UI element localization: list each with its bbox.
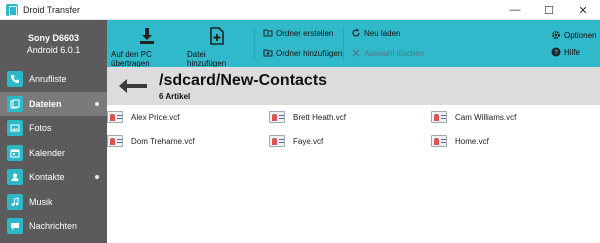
sidebar-item-dateien[interactable]: Dateien bbox=[0, 91, 107, 116]
options-button[interactable]: Optionen bbox=[551, 30, 596, 40]
music-icon bbox=[7, 193, 23, 210]
sidebar-item-anrufliste[interactable]: Anrufliste bbox=[0, 67, 107, 92]
sidebar-item-label: Kalender bbox=[29, 147, 66, 158]
help-icon: ? bbox=[551, 47, 561, 57]
copy-to-pc-label: Auf den PC übertragen bbox=[111, 50, 152, 68]
file-item[interactable]: Brett Heath.vcf bbox=[269, 111, 346, 123]
contacts-indicator-dot bbox=[95, 175, 99, 179]
file-item[interactable]: Dom Treharne.vcf bbox=[107, 135, 195, 147]
vcard-icon bbox=[269, 135, 285, 147]
device-info: Sony D6603 Android 6.0.1 bbox=[0, 20, 107, 67]
refresh-icon bbox=[351, 28, 361, 38]
file-item[interactable]: Cam Williams.vcf bbox=[431, 111, 516, 123]
file-name: Home.vcf bbox=[455, 136, 489, 146]
sidebar-item-label: Nachrichten bbox=[29, 221, 78, 232]
help-button[interactable]: ? Hilfe bbox=[551, 47, 580, 57]
sidebar-item-label: Fotos bbox=[29, 123, 52, 134]
file-name: Dom Treharne.vcf bbox=[131, 136, 195, 146]
reload-button[interactable]: Neu laden bbox=[351, 28, 400, 38]
vcard-icon bbox=[107, 135, 123, 147]
file-name: Cam Williams.vcf bbox=[455, 112, 517, 122]
vcard-icon bbox=[431, 111, 447, 123]
toolbar: Auf den PC übertragen Datei hinzufügen O… bbox=[107, 20, 600, 68]
reload-label: Neu laden bbox=[364, 28, 401, 38]
sidebar-item-musik[interactable]: Musik bbox=[0, 190, 107, 215]
add-file-button[interactable]: Datei hinzufügen bbox=[187, 26, 247, 68]
title-bar: Droid Transfer — ☐ ✕ bbox=[0, 0, 600, 20]
sidebar-item-label: Kontakte bbox=[29, 172, 65, 183]
messages-icon bbox=[7, 218, 23, 235]
gear-icon bbox=[551, 30, 561, 40]
sidebar-item-label: Dateien bbox=[29, 98, 62, 109]
add-folder-label: Ordner hinzufügen bbox=[276, 48, 343, 58]
photos-icon bbox=[7, 120, 23, 137]
sidebar-item-fotos[interactable]: Fotos bbox=[0, 116, 107, 141]
device-os: Android 6.0.1 bbox=[26, 44, 81, 55]
back-arrow-icon[interactable] bbox=[117, 77, 149, 95]
sidebar-item-label: Musik bbox=[29, 196, 53, 207]
window-controls: — ☐ ✕ bbox=[498, 0, 600, 20]
files-icon bbox=[7, 95, 23, 112]
item-count: 6 Artikel bbox=[159, 92, 191, 101]
file-item[interactable]: Alex Price.vcf bbox=[107, 111, 179, 123]
path-header: /sdcard/New-Contacts 6 Artikel bbox=[107, 67, 600, 105]
app-logo-icon bbox=[6, 3, 18, 16]
path-title: /sdcard/New-Contacts bbox=[159, 72, 328, 89]
calendar-icon bbox=[7, 144, 23, 161]
close-button[interactable]: ✕ bbox=[566, 0, 600, 20]
sidebar-item-label: Anrufliste bbox=[29, 74, 67, 85]
phone-icon bbox=[7, 71, 23, 88]
file-name: Brett Heath.vcf bbox=[293, 112, 346, 122]
sidebar-item-kontakte[interactable]: Kontakte bbox=[0, 165, 107, 190]
svg-text:?: ? bbox=[554, 50, 558, 57]
delete-selection-button[interactable]: Auswahl löschen bbox=[351, 48, 424, 58]
minimize-button[interactable]: — bbox=[498, 0, 532, 20]
maximize-button[interactable]: ☐ bbox=[532, 0, 566, 20]
file-list: Alex Price.vcf Brett Heath.vcf Cam Willi… bbox=[107, 105, 600, 243]
window-title: Droid Transfer bbox=[23, 4, 81, 15]
active-indicator-dot bbox=[95, 101, 99, 106]
create-folder-button[interactable]: Ordner erstellen bbox=[263, 28, 333, 38]
add-folder-button[interactable]: Ordner hinzufügen bbox=[263, 48, 342, 58]
sidebar-item-kalender[interactable]: Kalender bbox=[0, 141, 107, 166]
sidebar: Sony D6603 Android 6.0.1 Anrufliste Date… bbox=[0, 20, 107, 243]
delete-selection-label: Auswahl löschen bbox=[364, 48, 425, 58]
add-file-label: Datei hinzufügen bbox=[187, 50, 227, 68]
folder-add-icon bbox=[263, 48, 273, 58]
options-label: Optionen bbox=[564, 30, 597, 40]
download-icon bbox=[137, 26, 157, 46]
folder-create-icon bbox=[263, 28, 273, 38]
vcard-icon bbox=[269, 111, 285, 123]
vcard-icon bbox=[107, 111, 123, 123]
file-item[interactable]: Home.vcf bbox=[431, 135, 489, 147]
file-name: Alex Price.vcf bbox=[131, 112, 180, 122]
help-label: Hilfe bbox=[564, 47, 581, 57]
device-name: Sony D6603 bbox=[27, 32, 80, 43]
toolbar-separator bbox=[343, 27, 344, 61]
toolbar-separator bbox=[254, 27, 255, 61]
add-file-icon bbox=[207, 26, 227, 46]
vcard-icon bbox=[431, 135, 447, 147]
contacts-icon bbox=[7, 169, 23, 186]
file-name: Faye.vcf bbox=[293, 136, 324, 146]
sidebar-item-nachrichten[interactable]: Nachrichten bbox=[0, 214, 107, 239]
file-item[interactable]: Faye.vcf bbox=[269, 135, 323, 147]
create-folder-label: Ordner erstellen bbox=[276, 28, 334, 38]
delete-x-icon bbox=[351, 48, 361, 58]
copy-to-pc-button[interactable]: Auf den PC übertragen bbox=[111, 26, 183, 68]
